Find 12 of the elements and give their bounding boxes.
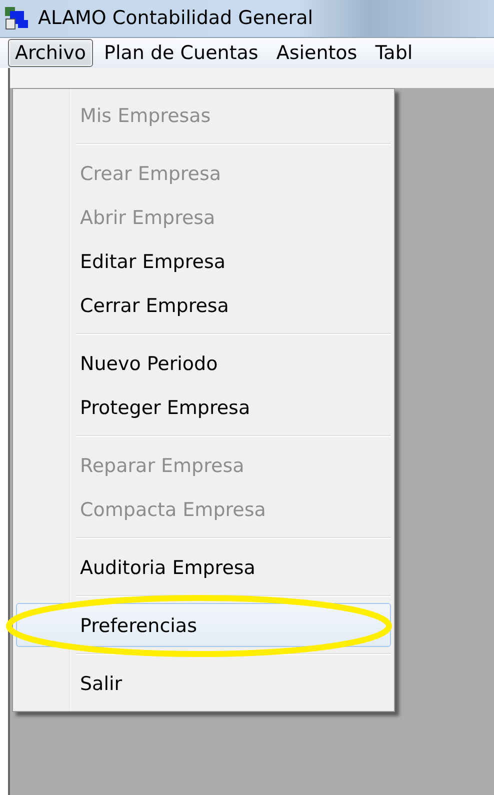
menu-item[interactable]: Editar Empresa <box>16 239 391 283</box>
menu-item[interactable]: Salir <box>16 661 391 705</box>
window-title: ALAMO Contabilidad General <box>38 6 314 32</box>
menu-bar-item[interactable]: Tabl <box>368 39 420 67</box>
menu-bar-item[interactable]: Archivo <box>8 39 94 67</box>
app-icon <box>4 6 30 32</box>
menu-item[interactable]: Proteger Empresa <box>16 385 391 429</box>
menu-bar-item[interactable]: Plan de Cuentas <box>97 39 266 67</box>
menu-item[interactable]: Nuevo Periodo <box>16 341 391 385</box>
menu-bar-item[interactable]: Asientos <box>269 39 364 67</box>
menu-item[interactable]: Auditoria Empresa <box>16 545 391 589</box>
menu-item[interactable]: Cerrar Empresa <box>16 283 391 327</box>
